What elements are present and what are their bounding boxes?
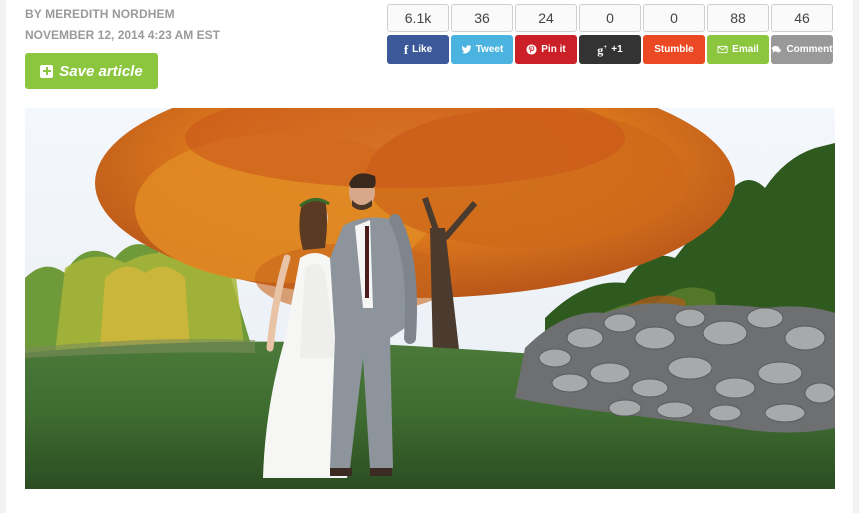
email-button[interactable]: Email <box>707 35 769 64</box>
stumble-button[interactable]: Stumble <box>643 35 705 64</box>
facebook-icon: f <box>403 42 409 57</box>
pin-it-label: Pin it <box>541 44 566 55</box>
facebook-like-label: Like <box>412 44 433 55</box>
facebook-count: 6.1k <box>387 4 449 32</box>
google-plus-icon: g+ <box>597 42 608 57</box>
tweet-label: Tweet <box>475 44 504 55</box>
twitter-count: 36 <box>451 4 513 32</box>
article-page: BY MEREDITH NORDHEM NOVEMBER 12, 2014 4:… <box>6 0 853 513</box>
comment-label: Comment <box>786 44 833 55</box>
email-label: Email <box>732 44 759 55</box>
comment-icon <box>772 45 782 53</box>
comment-button[interactable]: Comment <box>771 35 833 64</box>
envelope-icon <box>717 45 728 54</box>
plus-square-icon <box>40 64 54 78</box>
share-bar: 6.1k 36 24 0 0 88 46 f Like Tweet Pin it… <box>387 4 833 64</box>
comment-count: 46 <box>771 4 833 32</box>
wedding-couple-photo <box>25 108 835 489</box>
article-hero-photo <box>25 108 835 489</box>
article-byline: BY MEREDITH NORDHEM <box>25 7 175 21</box>
pinterest-icon <box>526 44 537 55</box>
article-date: NOVEMBER 12, 2014 4:23 AM EST <box>25 28 220 42</box>
google-plus-count: 0 <box>579 4 641 32</box>
save-article-label: Save article <box>59 62 143 80</box>
stumble-label: Stumble <box>654 44 694 55</box>
pinterest-count: 24 <box>515 4 577 32</box>
pin-it-button[interactable]: Pin it <box>515 35 577 64</box>
google-plus-label: +1 <box>611 44 623 55</box>
stumbleupon-count: 0 <box>643 4 705 32</box>
email-count: 88 <box>707 4 769 32</box>
save-article-button[interactable]: Save article <box>25 53 158 89</box>
tweet-button[interactable]: Tweet <box>451 35 513 64</box>
google-plus-button[interactable]: g+ +1 <box>579 35 641 64</box>
twitter-icon <box>461 45 472 54</box>
facebook-like-button[interactable]: f Like <box>387 35 449 64</box>
